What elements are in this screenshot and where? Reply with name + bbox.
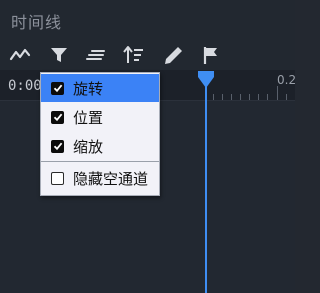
ruler-tick-label: 0.2 xyxy=(277,73,297,87)
menu-divider xyxy=(41,161,159,162)
align-lines-icon[interactable] xyxy=(84,44,108,66)
ruler-tick xyxy=(222,94,223,100)
ruler-tick xyxy=(277,86,278,100)
playhead-line[interactable] xyxy=(205,86,207,293)
menu-item-label: 缩放 xyxy=(73,137,104,156)
ruler-tick xyxy=(267,94,268,100)
menu-item-label: 隐藏空通道 xyxy=(73,169,149,188)
menu-item-label: 位置 xyxy=(73,108,104,127)
ruler-tick xyxy=(286,94,287,100)
checkbox-checked-icon[interactable] xyxy=(51,110,64,124)
waveform-icon[interactable] xyxy=(8,44,32,66)
checkbox-checked-icon[interactable] xyxy=(51,139,64,153)
ruler-tick xyxy=(240,94,241,100)
checkbox-checked-icon[interactable] xyxy=(51,81,64,95)
menu-item-scale[interactable]: 缩放 xyxy=(41,132,159,160)
checkbox-unchecked-icon[interactable] xyxy=(51,171,64,185)
menu-item-label: 旋转 xyxy=(73,79,104,98)
ruler-tick xyxy=(213,94,214,100)
playhead-handle[interactable] xyxy=(198,71,214,93)
ruler-tick xyxy=(249,94,250,100)
menu-item-hide-empty-channels[interactable]: 隐藏空通道 xyxy=(41,164,159,192)
flag-icon[interactable] xyxy=(199,44,223,66)
current-time: 0:00 xyxy=(8,78,42,94)
menu-item-rotation[interactable]: 旋转 xyxy=(41,74,159,102)
pen-icon[interactable] xyxy=(161,44,185,66)
ruler-tick xyxy=(258,94,259,100)
sort-icon[interactable] xyxy=(122,44,146,66)
menu-item-position[interactable]: 位置 xyxy=(41,103,159,131)
ruler-tick xyxy=(231,94,232,100)
timeline-panel: 时间线 0:00 0.2 旋转 位置 缩放 隐藏空通道 xyxy=(0,0,297,293)
timeline-toolbar xyxy=(0,40,295,70)
panel-title: 时间线 xyxy=(11,13,63,32)
filter-icon[interactable] xyxy=(47,44,71,66)
channel-filter-menu: 旋转 位置 缩放 隐藏空通道 xyxy=(40,72,160,196)
